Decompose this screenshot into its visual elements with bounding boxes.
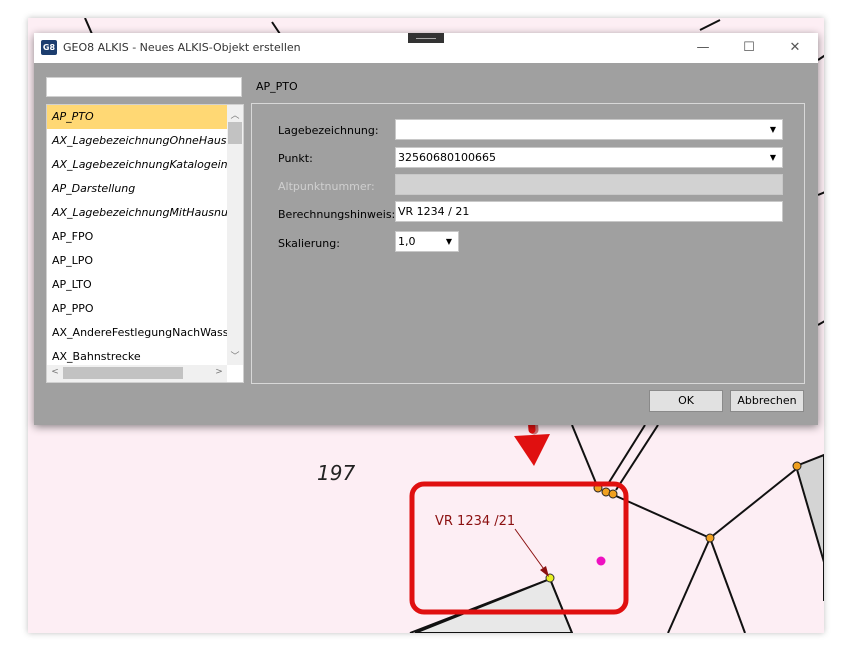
vertical-scrollbar[interactable]: ︿ ﹀ xyxy=(227,105,243,365)
scroll-down-icon[interactable]: ﹀ xyxy=(227,349,243,362)
gray-building xyxy=(794,453,824,601)
object-list-items: AP_PTOAX_LagebezeichnungOhneHausnummerAX… xyxy=(47,105,227,369)
annotation-arrowhead xyxy=(540,566,549,577)
skalierung-value: 1,0 xyxy=(398,235,416,248)
altpunktnummer-field xyxy=(395,174,783,195)
parcel-line xyxy=(615,495,711,539)
berechnungshinweis-field[interactable]: VR 1234 / 21 xyxy=(395,201,783,222)
parcel-point xyxy=(792,461,802,471)
parcel-line xyxy=(709,537,746,633)
maximize-button[interactable]: ☐ xyxy=(726,33,772,63)
list-item[interactable]: AX_LagebezeichnungKatalogeintrag xyxy=(47,153,227,177)
object-type-list[interactable]: AP_PTOAX_LagebezeichnungOhneHausnummerAX… xyxy=(46,104,244,383)
parcel-line xyxy=(817,191,824,196)
parcel-line xyxy=(571,424,599,489)
scroll-left-icon[interactable]: < xyxy=(47,367,63,377)
app-icon: G8 xyxy=(41,40,57,55)
search-input[interactable] xyxy=(46,77,242,97)
title-bar[interactable]: G8 GEO8 ALKIS - Neues ALKIS-Objekt erste… xyxy=(34,33,818,63)
list-item[interactable]: AX_AndereFestlegungNachWasserrecht xyxy=(47,321,227,345)
punkt-label: Punkt: xyxy=(278,152,313,165)
berechnungshinweis-value: VR 1234 / 21 xyxy=(398,205,470,218)
parcel-line xyxy=(817,320,824,326)
parcel-point xyxy=(705,533,715,543)
parcel-point xyxy=(608,489,618,499)
parcel-line xyxy=(709,465,801,539)
close-button[interactable]: ✕ xyxy=(772,33,818,63)
list-item[interactable]: AX_LagebezeichnungMitHausnummer xyxy=(47,201,227,225)
gray-building xyxy=(414,577,574,633)
parcel-number: 197 xyxy=(317,461,356,485)
list-item[interactable]: AP_LPO xyxy=(47,249,227,273)
minimize-button[interactable]: — xyxy=(680,33,726,63)
list-item[interactable]: AP_PPO xyxy=(47,297,227,321)
horizontal-scrollbar[interactable]: < > xyxy=(47,365,227,382)
dialog-window: G8 GEO8 ALKIS - Neues ALKIS-Objekt erste… xyxy=(34,33,818,425)
parcel-line xyxy=(699,19,721,31)
scroll-up-icon[interactable]: ︿ xyxy=(227,108,243,121)
annotation-leader xyxy=(514,528,547,573)
cancel-button[interactable]: Abbrechen xyxy=(730,390,804,412)
list-item[interactable]: AP_LTO xyxy=(47,273,227,297)
lagebezeichnung-combobox[interactable]: ▼ xyxy=(395,119,783,140)
skalierung-label: Skalierung: xyxy=(278,237,340,250)
drag-handle[interactable] xyxy=(408,33,444,43)
skalierung-combobox[interactable]: 1,0 ▼ xyxy=(395,231,459,252)
red-arrow-head xyxy=(514,434,550,466)
chevron-down-icon[interactable]: ▼ xyxy=(764,120,782,139)
chevron-down-icon[interactable]: ▼ xyxy=(764,148,782,167)
list-item[interactable]: AP_PTO xyxy=(47,105,227,129)
list-item[interactable]: AP_Darstellung xyxy=(47,177,227,201)
parcel-line xyxy=(84,18,93,35)
scrollbar-thumb[interactable] xyxy=(228,122,242,144)
selected-object-title: AP_PTO xyxy=(256,80,298,93)
list-item[interactable]: AX_LagebezeichnungOhneHausnummer xyxy=(47,129,227,153)
punkt-combobox[interactable]: 32560680100665 ▼ xyxy=(395,147,783,168)
scrollbar-thumb[interactable] xyxy=(63,367,183,379)
ok-button[interactable]: OK xyxy=(649,390,723,412)
parcel-line xyxy=(667,537,711,633)
magenta-point xyxy=(596,556,606,566)
parcel-line xyxy=(615,424,659,491)
parcel-line xyxy=(817,54,824,61)
punkt-value: 32560680100665 xyxy=(398,151,496,164)
scroll-right-icon[interactable]: > xyxy=(211,367,227,377)
annotation-label: VR 1234 /21 xyxy=(435,514,516,529)
window-title: GEO8 ALKIS - Neues ALKIS-Objekt erstelle… xyxy=(63,41,301,54)
berechnungshinweis-label: Berechnungshinweis: xyxy=(278,208,396,221)
altpunktnummer-label: Altpunktnummer: xyxy=(278,180,375,193)
list-item[interactable]: AP_FPO xyxy=(47,225,227,249)
lagebezeichnung-label: Lagebezeichnung: xyxy=(278,124,379,137)
chevron-down-icon[interactable]: ▼ xyxy=(440,232,458,251)
